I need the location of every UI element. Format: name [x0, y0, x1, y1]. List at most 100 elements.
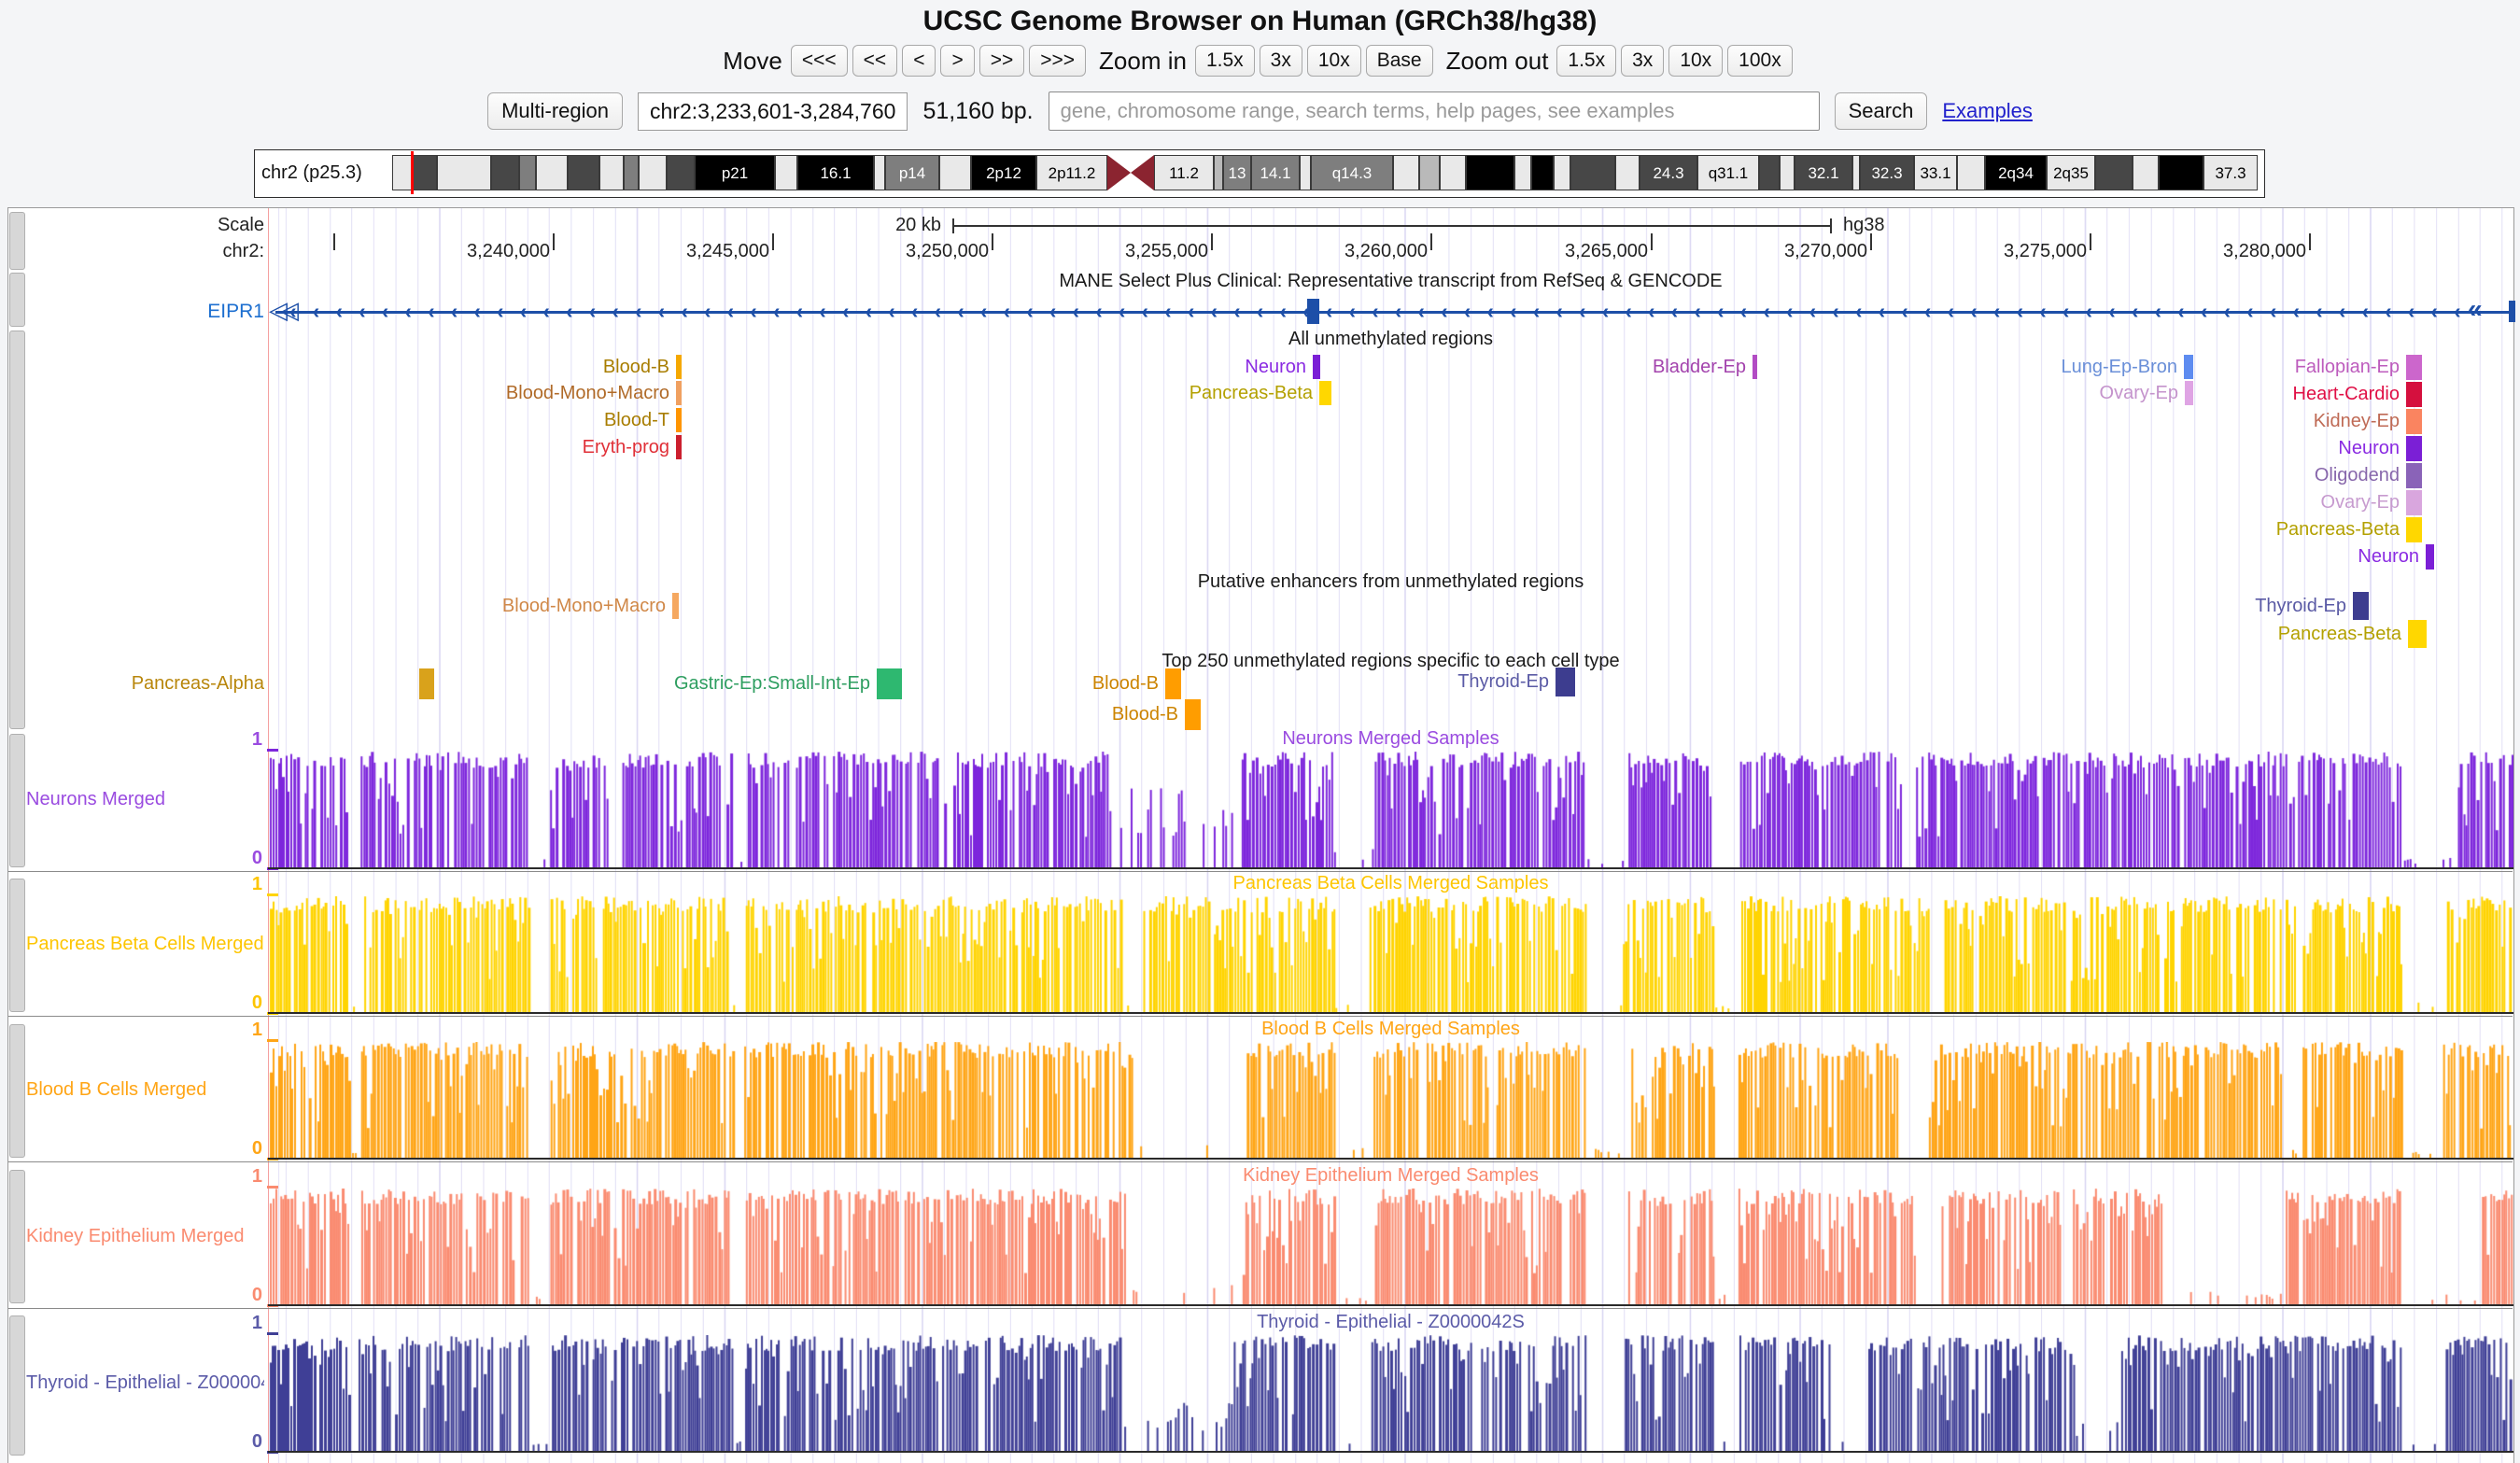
multi-region-button[interactable]: Multi-region: [487, 92, 623, 130]
ideogram-band[interactable]: [599, 155, 624, 190]
region-mark-all-unmethylated[interactable]: [2406, 382, 2422, 407]
ideogram-band[interactable]: [413, 155, 437, 190]
ideogram-band[interactable]: [939, 155, 971, 190]
region-mark-all-unmethylated[interactable]: [2406, 436, 2422, 461]
ideogram-band-q14.3[interactable]: q14.3: [1311, 155, 1393, 190]
region-label-all-unmethylated[interactable]: Blood-B: [603, 355, 669, 379]
ideogram-band-p21[interactable]: p21: [695, 155, 775, 190]
ideogram-band[interactable]: [491, 155, 519, 190]
region-label-top250[interactable]: Blood-B: [1112, 702, 1178, 726]
ideogram-band[interactable]: [1393, 155, 1419, 190]
region-label-top250[interactable]: Gastric-Ep:Small-Int-Ep: [674, 671, 870, 696]
region-label-all-unmethylated[interactable]: Pancreas-Beta: [1190, 381, 1313, 405]
region-mark-all-unmethylated[interactable]: [676, 435, 682, 459]
region-mark-putative-enhancers[interactable]: [672, 593, 679, 619]
ideogram-band[interactable]: [1615, 155, 1640, 190]
ideogram-band[interactable]: [1780, 155, 1795, 190]
signal-track-canvas-4[interactable]: [268, 1335, 2513, 1451]
region-mark-all-unmethylated[interactable]: [676, 408, 682, 432]
ideogram-band-32.1[interactable]: 32.1: [1795, 155, 1852, 190]
track-drag-handle[interactable]: [9, 1315, 25, 1456]
ideogram-band-p14[interactable]: p14: [885, 155, 939, 190]
move-button-1[interactable]: <<: [852, 45, 898, 77]
move-button-3[interactable]: >: [940, 45, 974, 77]
zoom-in-button-2[interactable]: 10x: [1307, 45, 1361, 77]
zoom-in-button-3[interactable]: Base: [1366, 45, 1433, 77]
ideogram-band[interactable]: [392, 155, 413, 190]
zoom-in-button-1[interactable]: 3x: [1260, 45, 1302, 77]
region-mark-all-unmethylated[interactable]: [1313, 355, 1320, 379]
track-drag-handle[interactable]: [9, 212, 25, 270]
ideogram-band[interactable]: [1852, 155, 1860, 190]
region-label-all-unmethylated[interactable]: Neuron: [1245, 355, 1306, 379]
ideogram-band[interactable]: [1214, 155, 1223, 190]
region-label-all-unmethylated[interactable]: Lung-Ep-Bron: [2061, 355, 2177, 379]
ideogram-band[interactable]: [437, 155, 491, 190]
region-mark-putative-enhancers[interactable]: [2408, 620, 2427, 648]
region-label-top250[interactable]: Pancreas-Alpha: [132, 671, 264, 696]
ideogram-band[interactable]: [1957, 155, 1985, 190]
gene-name-label[interactable]: EIPR1: [207, 301, 264, 323]
zoom-in-button-0[interactable]: 1.5x: [1195, 45, 1255, 77]
region-mark-all-unmethylated[interactable]: [2185, 381, 2193, 405]
ideogram-band[interactable]: [568, 155, 599, 190]
zoom-out-button-3[interactable]: 100x: [1727, 45, 1793, 77]
region-label-all-unmethylated[interactable]: Eryth-prog: [583, 435, 669, 459]
region-mark-all-unmethylated[interactable]: [676, 355, 682, 379]
ideogram-band-2q34[interactable]: 2q34: [1985, 155, 2047, 190]
region-label-top250[interactable]: Thyroid-Ep: [1457, 669, 1549, 694]
zoom-out-button-2[interactable]: 10x: [1668, 45, 1723, 77]
search-button[interactable]: Search: [1835, 92, 1928, 130]
move-button-2[interactable]: <: [902, 45, 936, 77]
track-drag-handle[interactable]: [9, 1024, 25, 1158]
gene-exon-block[interactable]: [1307, 299, 1319, 324]
region-mark-all-unmethylated[interactable]: [2426, 544, 2434, 570]
region-mark-putative-enhancers[interactable]: [2353, 592, 2369, 620]
region-label-all-unmethylated[interactable]: Ovary-Ep: [2321, 490, 2400, 514]
ideogram-band[interactable]: [536, 155, 568, 190]
ideogram-band[interactable]: [2133, 155, 2159, 190]
region-label-putative-enhancers[interactable]: Pancreas-Beta: [2278, 622, 2401, 646]
region-mark-all-unmethylated[interactable]: [676, 381, 682, 405]
region-label-all-unmethylated[interactable]: Pancreas-Beta: [2276, 517, 2400, 542]
ideogram-band-32.3[interactable]: 32.3: [1860, 155, 1914, 190]
ideogram-band[interactable]: [624, 155, 639, 190]
ideogram-band[interactable]: [2095, 155, 2133, 190]
track-drag-handle[interactable]: [9, 273, 25, 327]
ideogram-band-2q35[interactable]: 2q35: [2047, 155, 2095, 190]
region-label-all-unmethylated[interactable]: Ovary-Ep: [2100, 381, 2178, 405]
ideogram-band-37.3[interactable]: 37.3: [2203, 155, 2258, 190]
ideogram-band-q31.1[interactable]: q31.1: [1697, 155, 1759, 190]
signal-track-canvas-1[interactable]: [268, 896, 2513, 1012]
region-label-all-unmethylated[interactable]: Oligodend: [2315, 463, 2400, 487]
region-label-putative-enhancers[interactable]: Thyroid-Ep: [2255, 594, 2346, 618]
region-label-all-unmethylated[interactable]: Neuron: [2358, 544, 2419, 569]
ideogram-band[interactable]: [874, 155, 885, 190]
ideogram-band[interactable]: [1514, 155, 1531, 190]
region-label-putative-enhancers[interactable]: Blood-Mono+Macro: [502, 594, 666, 618]
region-mark-all-unmethylated[interactable]: [2184, 355, 2193, 379]
search-input[interactable]: [1049, 91, 1820, 131]
track-drag-handle[interactable]: [9, 331, 25, 729]
ideogram-band-2p11.2[interactable]: 2p11.2: [1036, 155, 1107, 190]
move-button-0[interactable]: <<<: [791, 45, 848, 77]
ideogram-band-2p12[interactable]: 2p12: [971, 155, 1036, 190]
region-label-top250[interactable]: Blood-B: [1092, 671, 1159, 696]
ideogram-band[interactable]: [667, 155, 695, 190]
track-drag-handle[interactable]: [9, 734, 25, 867]
ideogram-band-14.1[interactable]: 14.1: [1251, 155, 1300, 190]
ideogram-band[interactable]: [1531, 155, 1554, 190]
region-mark-all-unmethylated[interactable]: [1753, 355, 1757, 379]
ideogram-band[interactable]: [2159, 155, 2203, 190]
region-mark-all-unmethylated[interactable]: [1319, 381, 1331, 405]
ideogram-band[interactable]: [1419, 155, 1440, 190]
region-mark-top250[interactable]: [419, 668, 434, 699]
region-mark-top250[interactable]: [1165, 668, 1181, 699]
zoom-out-button-0[interactable]: 1.5x: [1556, 45, 1616, 77]
ideogram-band[interactable]: [775, 155, 797, 190]
ideogram-band-16.1[interactable]: 16.1: [797, 155, 874, 190]
zoom-out-button-1[interactable]: 3x: [1621, 45, 1664, 77]
region-mark-all-unmethylated[interactable]: [2406, 355, 2422, 380]
region-label-all-unmethylated[interactable]: Heart-Cardio: [2293, 382, 2400, 406]
region-label-all-unmethylated[interactable]: Kidney-Ep: [2314, 409, 2400, 433]
